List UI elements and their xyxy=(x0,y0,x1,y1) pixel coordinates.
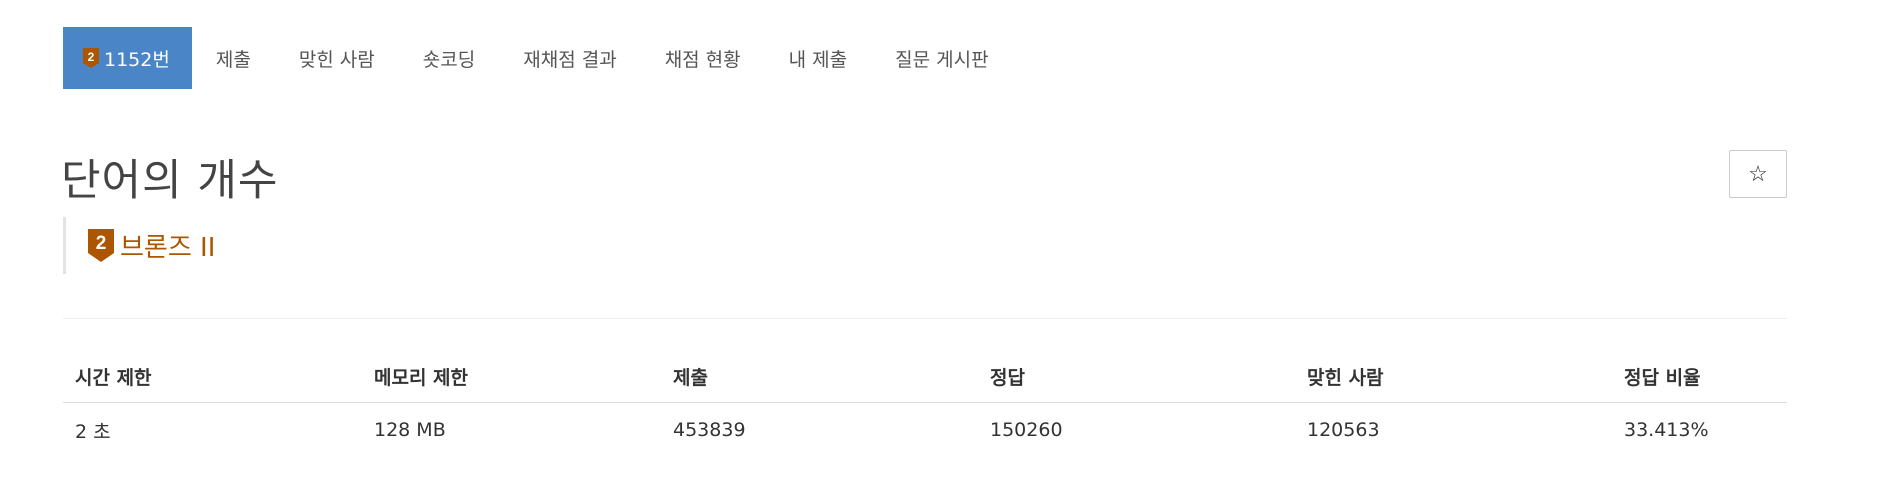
tab-label: 제출 xyxy=(215,48,251,71)
tab-label: 채점 현황 xyxy=(664,48,741,71)
header-memory-limit: 메모리 제한 xyxy=(362,350,661,403)
tier-badge-icon: 2 xyxy=(88,229,114,262)
tab-judge-status[interactable]: 채점 현황 xyxy=(641,27,765,89)
solved-users-value: 120563 xyxy=(1307,419,1380,441)
submissions-value: 453839 xyxy=(673,419,746,441)
problem-tier: 2 브론즈 II xyxy=(63,217,215,274)
table-header-row: 시간 제한 메모리 제한 제출 정답 맞힌 사람 정답 비율 xyxy=(63,350,1787,403)
table-row: 2 초 128 MB 453839 150260 120563 33.413% xyxy=(63,403,1787,458)
header-accept-ratio: 정답 비율 xyxy=(1612,350,1787,403)
tier-name-link[interactable]: 브론즈 II xyxy=(120,227,215,264)
tab-label: 질문 게시판 xyxy=(895,48,989,71)
tab-label: 숏코딩 xyxy=(422,48,476,71)
problem-info-table: 시간 제한 메모리 제한 제출 정답 맞힌 사람 정답 비율 2 초 128 M… xyxy=(63,350,1787,457)
section-divider xyxy=(63,318,1787,319)
problem-tab-bar: 2 1152번 제출 맞힌 사람 숏코딩 재채점 결과 채점 현황 내 제출 질… xyxy=(63,27,1013,89)
problem-title: 단어의 개수 xyxy=(61,156,279,206)
star-icon: ☆ xyxy=(1748,161,1768,186)
memory-limit-value: 128 MB xyxy=(374,419,446,441)
tab-my-submissions[interactable]: 내 제출 xyxy=(765,27,871,89)
header-accepted: 정답 xyxy=(978,350,1295,403)
svg-text:2: 2 xyxy=(96,233,107,254)
header-solved-users: 맞힌 사람 xyxy=(1295,350,1612,403)
header-time-limit: 시간 제한 xyxy=(63,350,362,403)
accepted-value: 150260 xyxy=(990,419,1063,441)
tab-label: 내 제출 xyxy=(788,48,848,71)
tab-label: 맞힌 사람 xyxy=(298,48,375,71)
favorite-star-button[interactable]: ☆ xyxy=(1729,150,1787,198)
tab-question-board[interactable]: 질문 게시판 xyxy=(871,27,1012,89)
tier-badge-icon: 2 xyxy=(83,48,99,68)
header-submissions: 제출 xyxy=(661,350,978,403)
svg-text:2: 2 xyxy=(88,50,95,64)
tab-solved-users[interactable]: 맞힌 사람 xyxy=(275,27,399,89)
tab-label: 재채점 결과 xyxy=(523,48,617,71)
accept-ratio-value: 33.413% xyxy=(1624,419,1709,441)
tab-rejudge-results[interactable]: 재채점 결과 xyxy=(499,27,640,89)
tab-problem-number[interactable]: 2 1152번 xyxy=(63,27,192,89)
tab-label: 1152번 xyxy=(104,48,170,71)
tab-submit[interactable]: 제출 xyxy=(192,27,275,89)
tab-short-coding[interactable]: 숏코딩 xyxy=(399,27,499,89)
time-limit-value: 2 초 xyxy=(75,420,111,443)
